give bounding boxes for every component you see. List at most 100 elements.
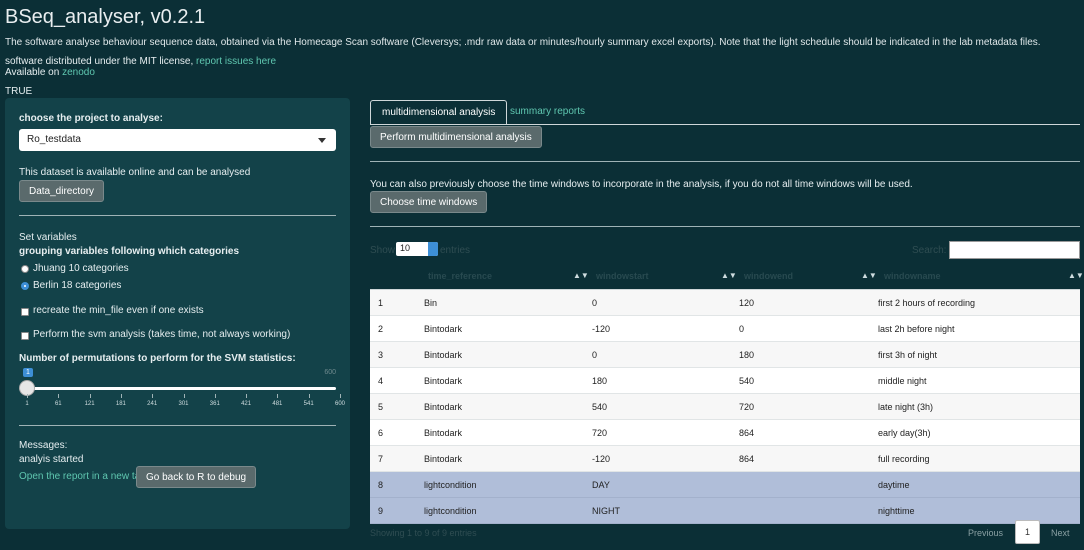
sort-icon[interactable]: ▲▼ [1068, 271, 1084, 280]
cell-time-reference: Bintodark [424, 324, 463, 334]
recreate-checkbox-label[interactable]: recreate the min_file even if one exists [33, 305, 204, 316]
table-row[interactable]: 5 Bintodark 540 720 late night (3h) [370, 394, 1080, 420]
table-search-input[interactable] [949, 241, 1080, 259]
available-on-text: Available on [5, 67, 60, 78]
cell-windowname: daytime [878, 480, 910, 490]
time-window-note: You can also previously choose the time … [370, 179, 913, 190]
svm-checkbox[interactable] [21, 332, 29, 340]
divider [19, 425, 336, 426]
tab-summary-reports[interactable]: summary reports [510, 106, 585, 117]
svm-checkbox-label[interactable]: Perform the svm analysis (takes time, no… [33, 329, 290, 340]
perform-analysis-button[interactable]: Perform multidimensional analysis [370, 126, 542, 148]
entries-length-value: 10 [400, 243, 411, 253]
divider [370, 161, 1080, 162]
chevron-down-icon [318, 138, 326, 143]
messages-text: analyis started [19, 454, 84, 465]
sort-icon[interactable]: ▲▼ [721, 271, 737, 280]
show-label: Show [370, 245, 396, 256]
project-label: choose the project to analyse: [19, 113, 163, 124]
slider-tick-label: 481 [272, 401, 283, 407]
updown-arrow-icon [428, 242, 438, 256]
slider-tick [308, 394, 310, 398]
choose-time-windows-button[interactable]: Choose time windows [370, 191, 488, 213]
recreate-checkbox[interactable] [21, 308, 29, 316]
table-row[interactable]: 1 Bin 0 120 first 2 hours of recording [370, 290, 1080, 316]
slider-tick-label: 61 [54, 401, 62, 407]
data-directory-button[interactable]: Data_directory [19, 180, 105, 202]
permutations-slider-track[interactable] [19, 387, 336, 390]
report-issues-link[interactable]: report issues here [196, 56, 276, 67]
cell-windowname: full recording [878, 454, 930, 464]
table-row[interactable]: 4 Bintodark 180 540 middle night [370, 368, 1080, 394]
open-report-link[interactable]: Open the report in a new tab [19, 471, 146, 482]
table-row[interactable]: 2 Bintodark -120 0 last 2h before night [370, 316, 1080, 342]
slider-tick-label: 421 [241, 401, 252, 407]
slider-tick-label: 541 [303, 401, 314, 407]
sort-icon[interactable]: ▲▼ [573, 271, 589, 280]
cell-time-reference: Bintodark [424, 376, 463, 386]
license-text: software distributed under the MIT licen… [5, 56, 194, 67]
divider [370, 226, 1080, 227]
project-select[interactable]: Ro_testdata [19, 129, 336, 151]
row-index: 4 [378, 376, 384, 386]
cell-windowend: 720 [739, 402, 755, 412]
slider-tick [340, 394, 341, 398]
radio-berlin-label[interactable]: Berlin 18 categories [33, 280, 121, 291]
row-index: 7 [378, 454, 384, 464]
entries-label: entries [440, 245, 471, 256]
pagination-previous[interactable]: Previous [968, 528, 1003, 538]
cell-windowstart: 540 [592, 402, 608, 412]
col-header-windowname[interactable]: windowname [884, 271, 941, 281]
license-line: software distributed under the MIT licen… [5, 56, 276, 67]
cell-windowname: first 3h of night [878, 350, 938, 360]
slider-tick [183, 394, 185, 398]
app-title: BSeq_analyser, v0.2.1 [5, 6, 206, 28]
table-row[interactable]: 8 lightcondition DAY daytime [370, 472, 1080, 498]
slider-tick [214, 394, 216, 398]
cell-windowname: last 2h before night [878, 324, 955, 334]
cell-windowstart: -120 [592, 454, 611, 464]
available-line: Available on zenodo [5, 67, 95, 78]
radio-berlin[interactable] [21, 282, 29, 290]
cell-windowstart: -120 [592, 324, 611, 334]
table-header: time_reference ▲▼ windowstart ▲▼ windowe… [370, 265, 1084, 290]
col-header-time-reference[interactable]: time_reference [428, 271, 492, 281]
table-row[interactable]: 3 Bintodark 0 180 first 3h of night [370, 342, 1080, 368]
tab-multidimensional-analysis[interactable]: multidimensional analysis [370, 100, 508, 125]
messages-label: Messages: [19, 440, 68, 451]
cell-windowstart: NIGHT [592, 506, 620, 516]
slider-tick-label: 600 [334, 401, 346, 407]
project-select-value: Ro_testdata [27, 134, 81, 145]
pagination-next[interactable]: Next [1051, 528, 1070, 538]
radio-jhuang-label[interactable]: Jhuang 10 categories [33, 263, 129, 274]
row-index: 1 [378, 298, 384, 308]
table-row[interactable]: 9 lightcondition NIGHT nighttime [370, 498, 1080, 524]
true-output: TRUE [5, 86, 33, 97]
time-windows-table: time_reference ▲▼ windowstart ▲▼ windowe… [370, 265, 1084, 524]
entries-length-select[interactable]: 10 [396, 242, 438, 256]
table-row[interactable]: 7 Bintodark -120 864 full recording [370, 446, 1080, 472]
cell-windowname: nighttime [878, 506, 915, 516]
debug-button[interactable]: Go back to R to debug [136, 466, 257, 488]
col-header-windowstart[interactable]: windowstart [596, 271, 649, 281]
cell-windowend: 0 [739, 324, 745, 334]
radio-jhuang[interactable] [21, 265, 29, 273]
divider [19, 215, 336, 216]
sidebar-panel: choose the project to analyse: Ro_testda… [5, 98, 350, 529]
col-header-windowend[interactable]: windowend [744, 271, 793, 281]
set-variables-label: Set variables [19, 232, 77, 243]
cell-windowname: first 2 hours of recording [878, 298, 976, 308]
zenodo-link[interactable]: zenodo [62, 67, 95, 78]
row-index: 9 [378, 506, 384, 516]
cell-windowname: early day(3h) [878, 428, 931, 438]
dataset-info: This dataset is available online and can… [19, 167, 251, 178]
cell-windowstart: 0 [592, 298, 598, 308]
permutations-label: Number of permutations to perform for th… [19, 353, 296, 364]
sort-icon[interactable]: ▲▼ [861, 271, 877, 280]
pagination-page-1[interactable]: 1 [1015, 520, 1040, 544]
cell-time-reference: lightcondition [424, 506, 477, 516]
table-info: Showing 1 to 9 of 9 entries [370, 528, 477, 538]
cell-windowstart: 180 [592, 376, 608, 386]
slider-tick-label: 241 [147, 401, 158, 407]
table-row[interactable]: 6 Bintodark 720 864 early day(3h) [370, 420, 1080, 446]
